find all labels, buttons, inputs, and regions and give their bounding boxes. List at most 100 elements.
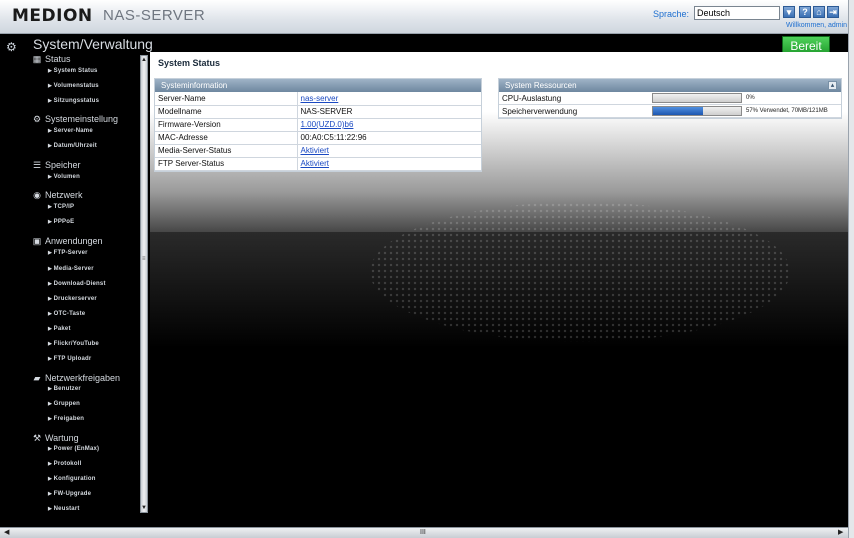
language-value: Deutsch <box>697 8 731 18</box>
sidebar-item-pppoe[interactable]: PPPoE <box>48 219 74 225</box>
row-value: 00:A0:C5:11:22:96 <box>297 131 481 145</box>
resource-label: CPU-Auslastung <box>502 94 562 103</box>
table-row: FTP Server-Status Aktiviert <box>155 157 481 171</box>
home-icon[interactable]: ⌂ <box>813 6 825 18</box>
memory-usage-fill <box>653 107 704 115</box>
systeminfo-panel-header: Systeminformation <box>155 79 481 92</box>
scroll-grip[interactable]: III <box>420 528 426 538</box>
sidebar-item-system-status[interactable]: System Status <box>48 68 98 74</box>
table-row: Firmware-Version 1.00(UZD.0)b6 <box>155 118 481 132</box>
resource-row-cpu: CPU-Auslastung 0% <box>499 92 841 105</box>
sidebar-section-netzwerkfreigaben[interactable]: ▰ Netzwerkfreigaben <box>32 373 121 383</box>
table-row: Modellname NAS-SERVER <box>155 105 481 119</box>
window-vertical-scrollbar[interactable] <box>848 0 854 538</box>
language-select[interactable]: Deutsch <box>694 6 780 20</box>
systeminfo-panel: Systeminformation Server-Name nas-server… <box>154 78 482 172</box>
language-label: Sprache: <box>653 9 690 19</box>
brand-text: MEDION <box>12 6 93 26</box>
sidebar-section-systemeinstellung[interactable]: ⚙ Systemeinstellung <box>32 114 118 124</box>
sidebar-section-status[interactable]: ▦ Status <box>32 54 71 64</box>
top-header: MEDION NAS-SERVER Sprache: Deutsch ▾ ? ⌂… <box>0 0 848 34</box>
language-dropdown-icon[interactable]: ▾ <box>783 6 795 18</box>
sidebar-item-server-name[interactable]: Server-Name <box>48 128 93 134</box>
sidebar-item-neustart[interactable]: Neustart <box>48 506 80 512</box>
sidebar-item-paket[interactable]: Paket <box>48 326 71 332</box>
row-label: Modellname <box>155 105 298 119</box>
sidebar-item-volumenstatus[interactable]: Volumenstatus <box>48 83 99 89</box>
system-admin-icon: ⚙ <box>6 40 17 54</box>
resources-panel-header: System Ressourcen ▴ <box>499 79 841 92</box>
sidebar-item-protokoll[interactable]: Protokoll <box>48 461 82 467</box>
sidebar-item-druckerserver[interactable]: Druckerserver <box>48 296 97 302</box>
sidebar-item-konfiguration[interactable]: Konfiguration <box>48 476 96 482</box>
page-title: System/Verwaltung <box>33 36 153 52</box>
sidebar-section-label: Wartung <box>45 433 79 443</box>
scroll-left-icon[interactable]: ◀ <box>4 528 9 538</box>
sidebar-section-label: Anwendungen <box>45 236 103 246</box>
sidebar-section-label: Status <box>45 54 71 64</box>
media-server-status-link[interactable]: Aktiviert <box>301 146 329 155</box>
firmware-version-link[interactable]: 1.00(UZD.0)b6 <box>301 120 354 129</box>
row-label: FTP Server-Status <box>155 157 298 171</box>
scroll-right-icon[interactable]: ▶ <box>838 528 843 538</box>
apps-icon: ▣ <box>32 236 42 246</box>
product-name: NAS-SERVER <box>103 7 206 24</box>
table-row: Media-Server-Status Aktiviert <box>155 144 481 158</box>
sidebar-item-power[interactable]: Power (EnMax) <box>48 446 99 452</box>
sidebar-item-freigaben[interactable]: Freigaben <box>48 416 84 422</box>
sidebar-item-gruppen[interactable]: Gruppen <box>48 401 80 407</box>
resources-title: System Ressourcen <box>505 81 577 90</box>
sidebar-item-datum-uhrzeit[interactable]: Datum/Uhrzeit <box>48 143 97 149</box>
brand-logo: MEDION <box>12 6 93 26</box>
sidebar-section-label: Netzwerkfreigaben <box>45 373 121 383</box>
resource-row-memory: Speicherverwendung 57% Verwendet, 70MB/1… <box>499 105 841 118</box>
row-label: Server-Name <box>155 92 298 106</box>
sidebar-item-media-server[interactable]: Media-Server <box>48 266 94 272</box>
row-value: NAS-SERVER <box>297 105 481 119</box>
sidebar-item-otc-taste[interactable]: OTC-Taste <box>48 311 86 317</box>
status-icon: ▦ <box>32 54 42 64</box>
resource-label: Speicherverwendung <box>502 107 578 116</box>
storage-icon: ☰ <box>32 160 42 170</box>
section-title: System Status <box>158 58 221 68</box>
server-name-link[interactable]: nas-server <box>301 94 339 103</box>
background-dot-pattern <box>370 202 790 342</box>
help-icon[interactable]: ? <box>799 6 811 18</box>
sidebar-item-flickr-youtube[interactable]: Flickr/YouTube <box>48 341 99 347</box>
systeminfo-title: Systeminformation <box>161 81 228 90</box>
row-value: nas-server <box>297 92 481 106</box>
sidebar-nav: ▦ Status System Status Volumenstatus Sit… <box>30 52 136 522</box>
sidebar-section-label: Netzwerk <box>45 190 83 200</box>
logout-icon[interactable]: ⇥ <box>827 6 839 18</box>
row-value: 1.00(UZD.0)b6 <box>297 118 481 132</box>
sidebar-item-benutzer[interactable]: Benutzer <box>48 386 81 392</box>
scroll-down-icon[interactable]: ▼ <box>141 504 147 512</box>
table-row: MAC-Adresse 00:A0:C5:11:22:96 <box>155 131 481 145</box>
sidebar-item-download-dienst[interactable]: Download-Dienst <box>48 281 106 287</box>
row-value: Aktiviert <box>297 144 481 158</box>
ftp-server-status-link[interactable]: Aktiviert <box>301 159 329 168</box>
collapse-icon[interactable]: ▴ <box>828 81 837 90</box>
sidebar-section-wartung[interactable]: ⚒ Wartung <box>32 433 79 443</box>
memory-usage-value: 57% Verwendet, 70MB/121MB <box>746 108 828 114</box>
folder-icon: ▰ <box>33 373 41 383</box>
sidebar-item-ftp-uploadr[interactable]: FTP Uploadr <box>48 356 92 362</box>
row-label: Media-Server-Status <box>155 144 298 158</box>
sidebar-scrollbar[interactable]: ▲ ≡ ▼ <box>140 55 148 513</box>
globe-icon: ◉ <box>33 190 41 200</box>
main-content: System Status Systeminformation Server-N… <box>150 52 848 522</box>
sidebar-item-tcpip[interactable]: TCP/IP <box>48 204 74 210</box>
sidebar-item-volumen[interactable]: Volumen <box>48 174 80 180</box>
cpu-usage-bar <box>652 93 742 103</box>
sidebar-section-anwendungen[interactable]: ▣ Anwendungen <box>32 236 103 246</box>
scroll-up-icon[interactable]: ▲ <box>141 56 147 64</box>
memory-usage-bar <box>652 106 742 116</box>
sidebar-item-sitzungsstatus[interactable]: Sitzungsstatus <box>48 98 99 104</box>
sidebar-section-label: Systemeinstellung <box>45 114 119 124</box>
sidebar-item-fw-upgrade[interactable]: FW-Upgrade <box>48 491 91 497</box>
sidebar-section-netzwerk[interactable]: ◉ Netzwerk <box>32 190 83 200</box>
sidebar-item-ftp-server[interactable]: FTP-Server <box>48 250 88 256</box>
wrench-icon: ⚒ <box>32 433 42 443</box>
window-horizontal-scrollbar[interactable]: ◀ III ▶ <box>0 527 848 538</box>
sidebar-section-speicher[interactable]: ☰ Speicher <box>32 160 81 170</box>
